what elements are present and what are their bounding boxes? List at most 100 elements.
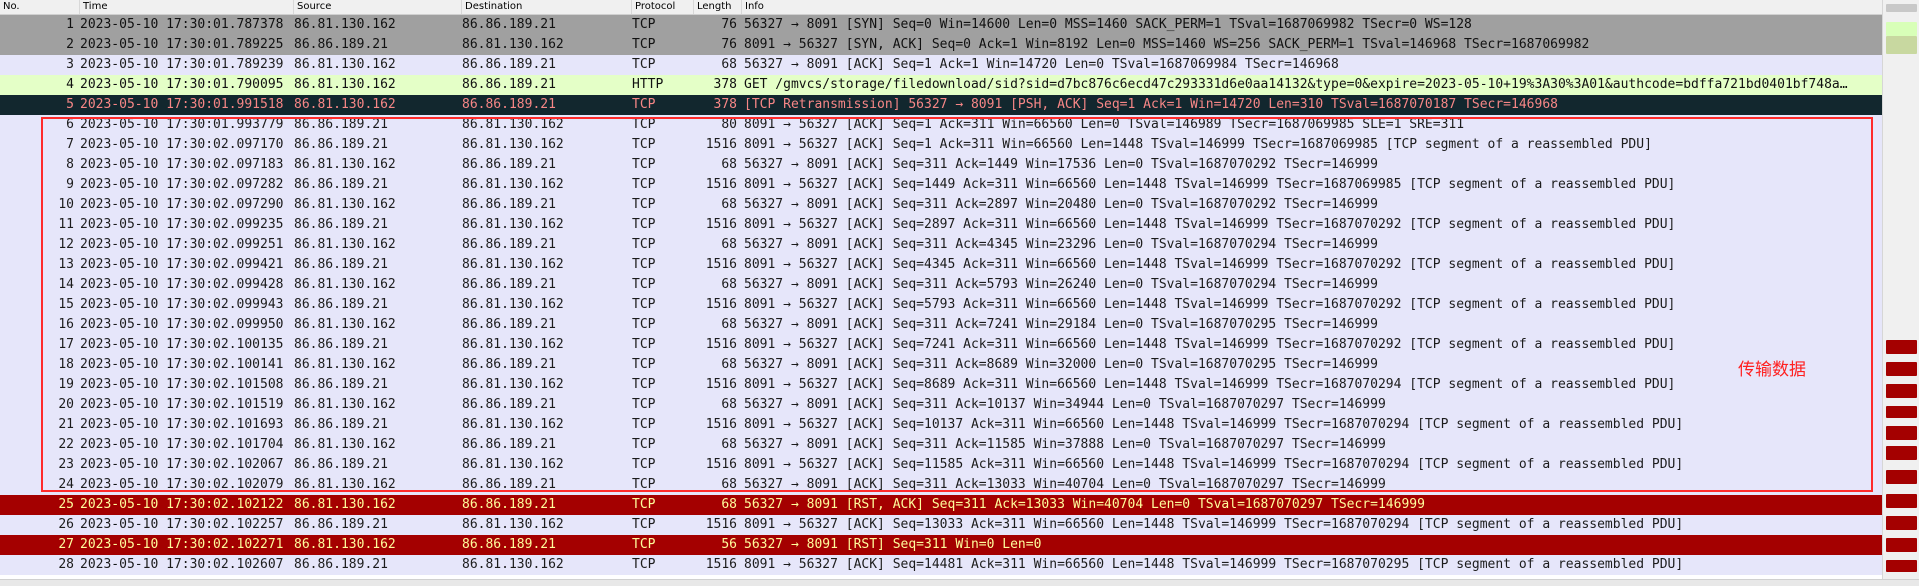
packet-info: 8091 → 56327 [ACK] Seq=1 Ack=311 Win=665…: [744, 137, 1652, 152]
packet-row[interactable]: 15 2023-05-10 17:30:02.099943 86.86.189.21…: [0, 295, 1882, 315]
scrollbar-packet-marker: [1886, 384, 1917, 398]
packet-row[interactable]: 13 2023-05-10 17:30:02.099421 86.86.189.21…: [0, 255, 1882, 275]
scrollbar-packet-marker: [1886, 470, 1917, 484]
packet-row[interactable]: 19 2023-05-10 17:30:02.101508 86.86.189.21…: [0, 375, 1882, 395]
vertical-scrollbar[interactable]: [1882, 0, 1919, 579]
packet-row[interactable]: 4 2023-05-10 17:30:01.790095 86.81.130.162…: [0, 75, 1882, 95]
packet-source: 86.86.189.21: [294, 177, 388, 192]
packet-no: 27: [58, 537, 74, 552]
column-header-destination[interactable]: Destination: [462, 0, 632, 14]
column-header-info[interactable]: Info: [742, 0, 1882, 14]
column-header-no[interactable]: No.: [0, 0, 80, 14]
packet-row[interactable]: 7 2023-05-10 17:30:02.097170 86.86.189.21 8…: [0, 135, 1882, 155]
packet-row[interactable]: 1 2023-05-10 17:30:01.787378 86.81.130.162…: [0, 15, 1882, 35]
packet-time: 2023-05-10 17:30:02.100135: [80, 337, 284, 352]
packet-protocol: TCP: [632, 37, 656, 52]
packet-row[interactable]: 12 2023-05-10 17:30:02.099251 86.81.130.16…: [0, 235, 1882, 255]
packet-source: 86.86.189.21: [294, 457, 388, 472]
packet-destination: 86.86.189.21: [462, 17, 556, 32]
packet-row[interactable]: 27 2023-05-10 17:30:02.102271 86.81.130.16…: [0, 535, 1882, 555]
packet-no: 13: [58, 257, 74, 272]
packet-row[interactable]: 5 2023-05-10 17:30:01.991518 86.81.130.162…: [0, 95, 1882, 115]
packet-no: 22: [58, 437, 74, 452]
packet-destination: 86.81.130.162: [462, 377, 564, 392]
packet-protocol: TCP: [632, 57, 656, 72]
packet-info: 56327 → 8091 [ACK] Seq=311 Ack=13033 Win…: [744, 477, 1386, 492]
packet-protocol: TCP: [632, 497, 656, 512]
packet-info: 8091 → 56327 [ACK] Seq=8689 Ack=311 Win=…: [744, 377, 1676, 392]
column-header-protocol[interactable]: Protocol: [632, 0, 694, 14]
packet-source: 86.86.189.21: [294, 517, 388, 532]
packet-no: 18: [58, 357, 74, 372]
packet-destination: 86.81.130.162: [462, 217, 564, 232]
packet-row[interactable]: 23 2023-05-10 17:30:02.102067 86.86.189.21…: [0, 455, 1882, 475]
packet-row[interactable]: 9 2023-05-10 17:30:02.097282 86.86.189.21 8…: [0, 175, 1882, 195]
packet-protocol: TCP: [632, 177, 656, 192]
packet-list-pane: No. Time Source Destination Protocol Len…: [0, 0, 1919, 586]
packet-length: 68: [721, 317, 737, 332]
packet-destination: 86.81.130.162: [462, 177, 564, 192]
packet-row[interactable]: 22 2023-05-10 17:30:02.101704 86.81.130.16…: [0, 435, 1882, 455]
packet-time: 2023-05-10 17:30:02.101704: [80, 437, 284, 452]
packet-no: 4: [66, 77, 74, 92]
packet-row[interactable]: 17 2023-05-10 17:30:02.100135 86.86.189.21…: [0, 335, 1882, 355]
packet-time: 2023-05-10 17:30:02.097170: [80, 137, 284, 152]
packet-row[interactable]: 25 2023-05-10 17:30:02.102122 86.81.130.16…: [0, 495, 1882, 515]
packet-no: 20: [58, 397, 74, 412]
packet-info: 56327 → 8091 [ACK] Seq=311 Ack=10137 Win…: [744, 397, 1386, 412]
packet-row[interactable]: 8 2023-05-10 17:30:02.097183 86.81.130.162…: [0, 155, 1882, 175]
packet-no: 19: [58, 377, 74, 392]
packet-protocol: TCP: [632, 337, 656, 352]
packet-time: 2023-05-10 17:30:02.102257: [80, 517, 284, 532]
column-header-source[interactable]: Source: [294, 0, 462, 14]
packet-destination: 86.86.189.21: [462, 537, 556, 552]
packet-row[interactable]: 10 2023-05-10 17:30:02.097290 86.81.130.16…: [0, 195, 1882, 215]
packet-time: 2023-05-10 17:30:02.099421: [80, 257, 284, 272]
packet-time: 2023-05-10 17:30:01.787378: [80, 17, 284, 32]
packet-row[interactable]: 21 2023-05-10 17:30:02.101693 86.86.189.21…: [0, 415, 1882, 435]
packet-length: 68: [721, 237, 737, 252]
packet-row[interactable]: 26 2023-05-10 17:30:02.102257 86.86.189.21…: [0, 515, 1882, 535]
packet-protocol: TCP: [632, 157, 656, 172]
packet-destination: 86.86.189.21: [462, 77, 556, 92]
packet-row[interactable]: 24 2023-05-10 17:30:02.102079 86.81.130.16…: [0, 475, 1882, 495]
packet-row[interactable]: 2 2023-05-10 17:30:01.789225 86.86.189.21 8…: [0, 35, 1882, 55]
packet-row[interactable]: 14 2023-05-10 17:30:02.099428 86.81.130.16…: [0, 275, 1882, 295]
column-header-length[interactable]: Length: [694, 0, 742, 14]
packet-time: 2023-05-10 17:30:01.991518: [80, 97, 284, 112]
packet-length: 68: [721, 477, 737, 492]
packet-destination: 86.81.130.162: [462, 337, 564, 352]
packet-row[interactable]: 3 2023-05-10 17:30:01.789239 86.81.130.162…: [0, 55, 1882, 75]
packet-row[interactable]: 18 2023-05-10 17:30:02.100141 86.81.130.16…: [0, 355, 1882, 375]
packet-length: 68: [721, 197, 737, 212]
packet-row[interactable]: 28 2023-05-10 17:30:02.102607 86.86.189.21…: [0, 555, 1882, 575]
packet-destination: 86.86.189.21: [462, 437, 556, 452]
packet-length: 68: [721, 397, 737, 412]
packet-protocol: TCP: [632, 537, 656, 552]
packet-source: 86.81.130.162: [294, 77, 396, 92]
packet-time: 2023-05-10 17:30:02.102122: [80, 497, 284, 512]
packet-row[interactable]: 6 2023-05-10 17:30:01.993779 86.86.189.21 8…: [0, 115, 1882, 135]
packet-length: 1516: [705, 377, 737, 392]
packet-destination: 86.81.130.162: [462, 297, 564, 312]
packet-row[interactable]: 20 2023-05-10 17:30:02.101519 86.81.130.16…: [0, 395, 1882, 415]
packet-rows: 1 2023-05-10 17:30:01.787378 86.81.130.162…: [0, 15, 1882, 575]
packet-destination: 86.81.130.162: [462, 557, 564, 572]
packet-no: 21: [58, 417, 74, 432]
horizontal-scrollbar[interactable]: [0, 579, 1919, 586]
packet-protocol: TCP: [632, 97, 656, 112]
column-header-time[interactable]: Time: [80, 0, 294, 14]
packet-protocol: TCP: [632, 517, 656, 532]
packet-protocol: TCP: [632, 397, 656, 412]
packet-time: 2023-05-10 17:30:02.099235: [80, 217, 284, 232]
packet-no: 17: [58, 337, 74, 352]
packet-row[interactable]: 11 2023-05-10 17:30:02.099235 86.86.189.21…: [0, 215, 1882, 235]
packet-length: 68: [721, 497, 737, 512]
packet-source: 86.81.130.162: [294, 537, 396, 552]
packet-row[interactable]: 16 2023-05-10 17:30:02.099950 86.81.130.16…: [0, 315, 1882, 335]
packet-destination: 86.86.189.21: [462, 97, 556, 112]
packet-length: 1516: [705, 457, 737, 472]
packet-no: 16: [58, 317, 74, 332]
packet-time: 2023-05-10 17:30:02.101519: [80, 397, 284, 412]
packet-destination: 86.86.189.21: [462, 317, 556, 332]
